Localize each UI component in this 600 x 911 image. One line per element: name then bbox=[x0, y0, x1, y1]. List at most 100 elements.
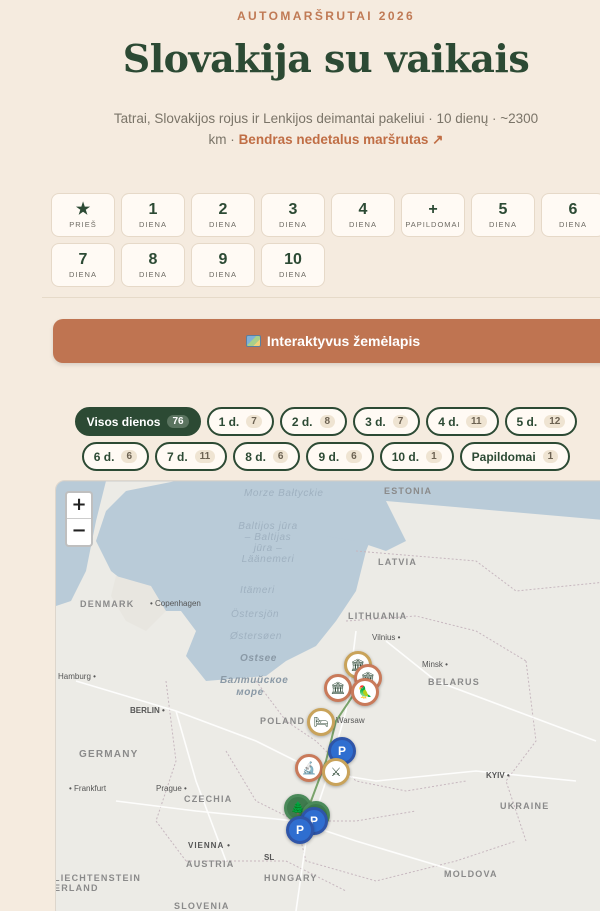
science-marker[interactable]: 🔬 bbox=[295, 754, 323, 782]
filter-count-badge: 12 bbox=[544, 415, 566, 428]
sea-label: Ostsee bbox=[240, 653, 277, 664]
day-filters-row-1: Visos dienos 76 1 d. 7 2 d. 8 3 d. 7 4 d. 11 5 d. 1… bbox=[0, 407, 600, 436]
city-label: • Copenhagen bbox=[150, 599, 201, 608]
zoom-out-button[interactable]: − bbox=[67, 519, 91, 545]
day-button-number: 5 bbox=[498, 201, 508, 218]
city-name: Copenhagen bbox=[155, 599, 201, 608]
parking-marker[interactable]: P bbox=[286, 816, 314, 844]
country-label: DENMARK bbox=[80, 599, 135, 609]
filter-count-badge: 11 bbox=[465, 415, 487, 428]
day-button[interactable]: 1 DIENA bbox=[121, 193, 185, 237]
day-button[interactable]: 9 DIENA bbox=[191, 243, 255, 287]
country-label: MOLDOVA bbox=[444, 869, 498, 879]
filter-label: 8 d. bbox=[245, 449, 266, 464]
country-label: GERMANY bbox=[79, 749, 139, 760]
day-filter-chip[interactable]: 6 d. 6 bbox=[81, 442, 149, 471]
country-label: SLOVENIA bbox=[174, 901, 230, 911]
sea-label: Itämeri bbox=[240, 585, 275, 596]
day-button-label: DIENA bbox=[209, 220, 237, 229]
filter-label: 6 d. bbox=[93, 449, 115, 464]
city-name: KYIV bbox=[486, 771, 505, 780]
city-label: SL bbox=[264, 853, 275, 862]
day-button[interactable]: 2 DIENA bbox=[191, 193, 255, 237]
day-button-number: 9 bbox=[218, 251, 228, 268]
filter-label: Visos dienos bbox=[86, 414, 161, 429]
filter-label: 10 d. bbox=[391, 449, 420, 464]
day-button-label: DIENA bbox=[209, 270, 237, 279]
filter-label: 7 d. bbox=[167, 449, 188, 464]
day-filter-chip[interactable]: 10 d. 1 bbox=[379, 442, 454, 471]
day-filter-chip[interactable]: 2 d. 8 bbox=[279, 407, 348, 436]
day-filters-row-2: 6 d. 6 7 d. 11 8 d. 6 9 d. 6 10 d. 1 Papildomai 1 bbox=[0, 442, 600, 471]
day-button-number: 2 bbox=[218, 201, 228, 218]
day-button-label: PAPILDOMAI bbox=[405, 220, 461, 229]
attraction-marker[interactable]: ⚔ bbox=[322, 758, 350, 786]
day-button-label: DIENA bbox=[139, 220, 167, 229]
city-label: • Frankfurt bbox=[69, 784, 107, 793]
page-title: Slovakija su vaikais bbox=[122, 36, 530, 81]
city-label: BERLIN • bbox=[130, 706, 165, 715]
filter-label: 5 d. bbox=[516, 414, 538, 429]
map-button-label: Interaktyvus žemėlapis bbox=[266, 333, 421, 349]
day-button-number: 4 bbox=[358, 201, 368, 218]
day-button-number: 3 bbox=[288, 201, 298, 218]
day-button-number: 7 bbox=[78, 251, 88, 268]
city-label: Warsaw bbox=[336, 716, 365, 725]
city-label: Minsk • bbox=[422, 660, 448, 669]
filter-count-badge: 7 bbox=[246, 415, 262, 428]
day-button-number: 1 bbox=[148, 201, 158, 218]
hotel-marker[interactable]: 🛏 bbox=[307, 708, 335, 736]
city-name: Vilnius bbox=[372, 633, 396, 642]
day-filter-chip[interactable]: 9 d. 6 bbox=[306, 442, 374, 471]
day-filter-chip[interactable]: 4 d. 11 bbox=[426, 407, 499, 436]
filter-label: Papildomai bbox=[471, 449, 536, 464]
sea-label: Östersjön bbox=[231, 609, 280, 620]
city-label: VIENNA • bbox=[188, 841, 231, 850]
day-button[interactable]: + PAPILDOMAI bbox=[401, 193, 465, 237]
day-filter-chip[interactable]: Visos dienos 76 bbox=[74, 407, 201, 436]
day-filter-chip[interactable]: 1 d. 7 bbox=[206, 407, 274, 436]
filter-label: 4 d. bbox=[438, 414, 459, 429]
filter-count-badge: 1 bbox=[426, 450, 442, 463]
day-button[interactable]: 8 DIENA bbox=[121, 243, 185, 287]
day-button[interactable]: 4 DIENA bbox=[331, 193, 395, 237]
bird-marker[interactable]: 🦜 bbox=[351, 678, 379, 706]
country-label: AUSTRIA bbox=[186, 859, 235, 869]
day-button[interactable]: 6 DIENA bbox=[541, 193, 600, 237]
map-view[interactable]: Morze Bałtyckie Baltijos jūra – Baltijas… bbox=[55, 480, 600, 911]
subtitle: Tatrai, Slovakijos rojus ir Lenkijos dei… bbox=[112, 108, 540, 150]
museum-marker[interactable]: 🏛 bbox=[324, 674, 352, 702]
day-filter-chip[interactable]: 8 d. 6 bbox=[233, 442, 301, 471]
day-button-number: 6 bbox=[568, 201, 578, 218]
zoom-in-button[interactable]: + bbox=[67, 493, 91, 519]
day-button-label: DIENA bbox=[279, 270, 307, 279]
filter-count-badge: 1 bbox=[542, 450, 559, 463]
day-filter-chip[interactable]: 5 d. 12 bbox=[504, 407, 578, 436]
day-button[interactable]: ★ PRIEŠ bbox=[51, 193, 115, 237]
day-button-label: DIENA bbox=[559, 220, 587, 229]
day-button[interactable]: 5 DIENA bbox=[471, 193, 535, 237]
filter-count-badge: 7 bbox=[392, 415, 409, 428]
city-name: VIENNA bbox=[188, 841, 224, 850]
day-button-number: 8 bbox=[148, 251, 158, 268]
filter-label: 3 d. bbox=[365, 414, 386, 429]
day-button-number: + bbox=[428, 201, 438, 218]
day-button[interactable]: 3 DIENA bbox=[261, 193, 325, 237]
day-filter-chip[interactable]: 7 d. 11 bbox=[155, 442, 228, 471]
country-label: LITHUANIA bbox=[348, 611, 408, 621]
interactive-map-button[interactable]: Interaktyvus žemėlapis bbox=[53, 319, 600, 363]
day-button[interactable]: 10 DIENA bbox=[261, 243, 325, 287]
filter-count-badge: 76 bbox=[167, 415, 189, 428]
day-button-label: DIENA bbox=[279, 220, 307, 229]
country-label: CZECHIA bbox=[184, 794, 233, 804]
day-button-label: DIENA bbox=[69, 270, 97, 279]
day-button-label: DIENA bbox=[489, 220, 517, 229]
day-filter-chip[interactable]: 3 d. 7 bbox=[353, 407, 421, 436]
day-filter-chip[interactable]: Papildomai 1 bbox=[459, 442, 571, 471]
filter-label: 2 d. bbox=[291, 414, 313, 429]
day-button[interactable]: 7 DIENA bbox=[51, 243, 115, 287]
filter-count-badge: 6 bbox=[346, 450, 362, 463]
route-link[interactable]: Bendras nedetalus maršrutas ↗ bbox=[239, 132, 444, 147]
city-name: Minsk bbox=[422, 660, 443, 669]
country-label: UKRAINE bbox=[500, 801, 550, 811]
